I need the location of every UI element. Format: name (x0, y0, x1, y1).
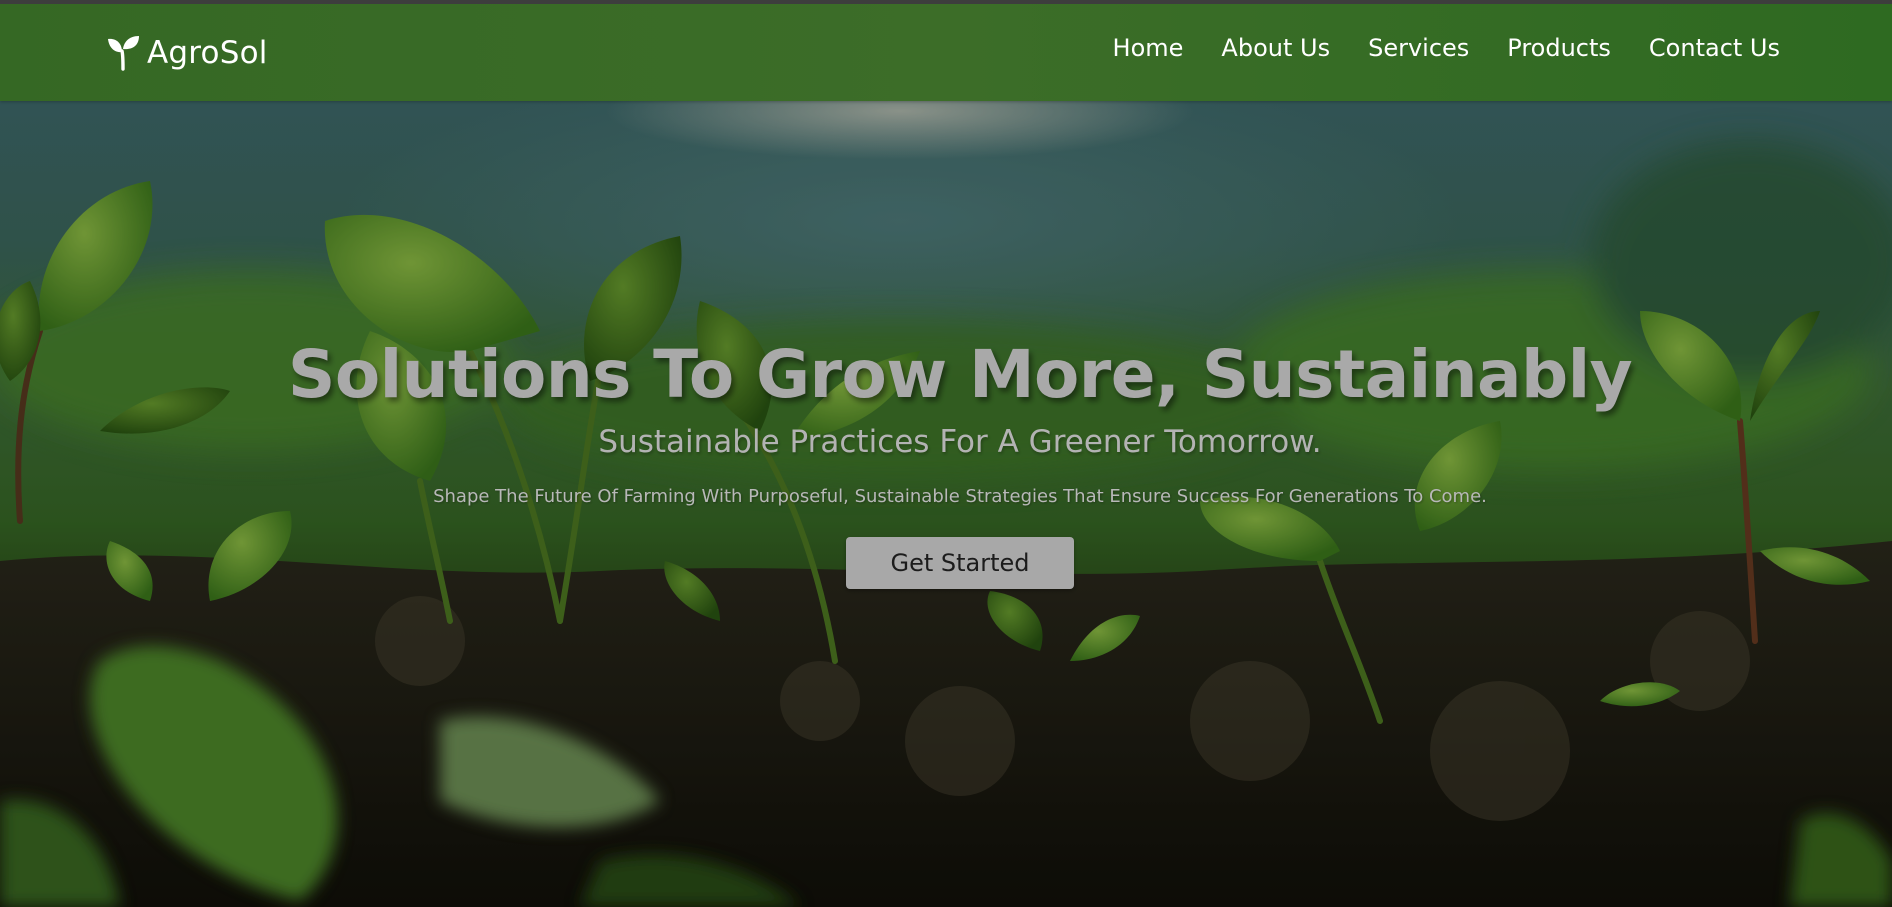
hero-title: Solutions To Grow More, Sustainably (287, 336, 1633, 413)
nav-link-services[interactable]: Services (1368, 34, 1469, 62)
brand-logo[interactable]: AgroSol (106, 32, 268, 74)
sprout-icon (108, 36, 139, 71)
nav-link-contact-us[interactable]: Contact Us (1649, 34, 1780, 62)
main-nav: Home About Us Services Products Contact … (1113, 34, 1780, 62)
hero-description: Shape The Future Of Farming With Purpose… (433, 486, 1487, 507)
hero-subtitle: Sustainable Practices For A Greener Tomo… (598, 424, 1322, 460)
nav-link-home[interactable]: Home (1113, 34, 1184, 62)
brand-name: AgroSol (147, 35, 268, 71)
get-started-button[interactable]: Get Started (846, 537, 1074, 589)
nav-link-products[interactable]: Products (1507, 34, 1611, 62)
hero-section: Solutions To Grow More, Sustainably Sust… (0, 101, 1892, 907)
navbar: AgroSol Home About Us Services Products … (0, 4, 1892, 101)
nav-link-about-us[interactable]: About Us (1221, 34, 1330, 62)
page: AgroSol Home About Us Services Products … (0, 0, 1892, 907)
top-border (0, 0, 1892, 4)
